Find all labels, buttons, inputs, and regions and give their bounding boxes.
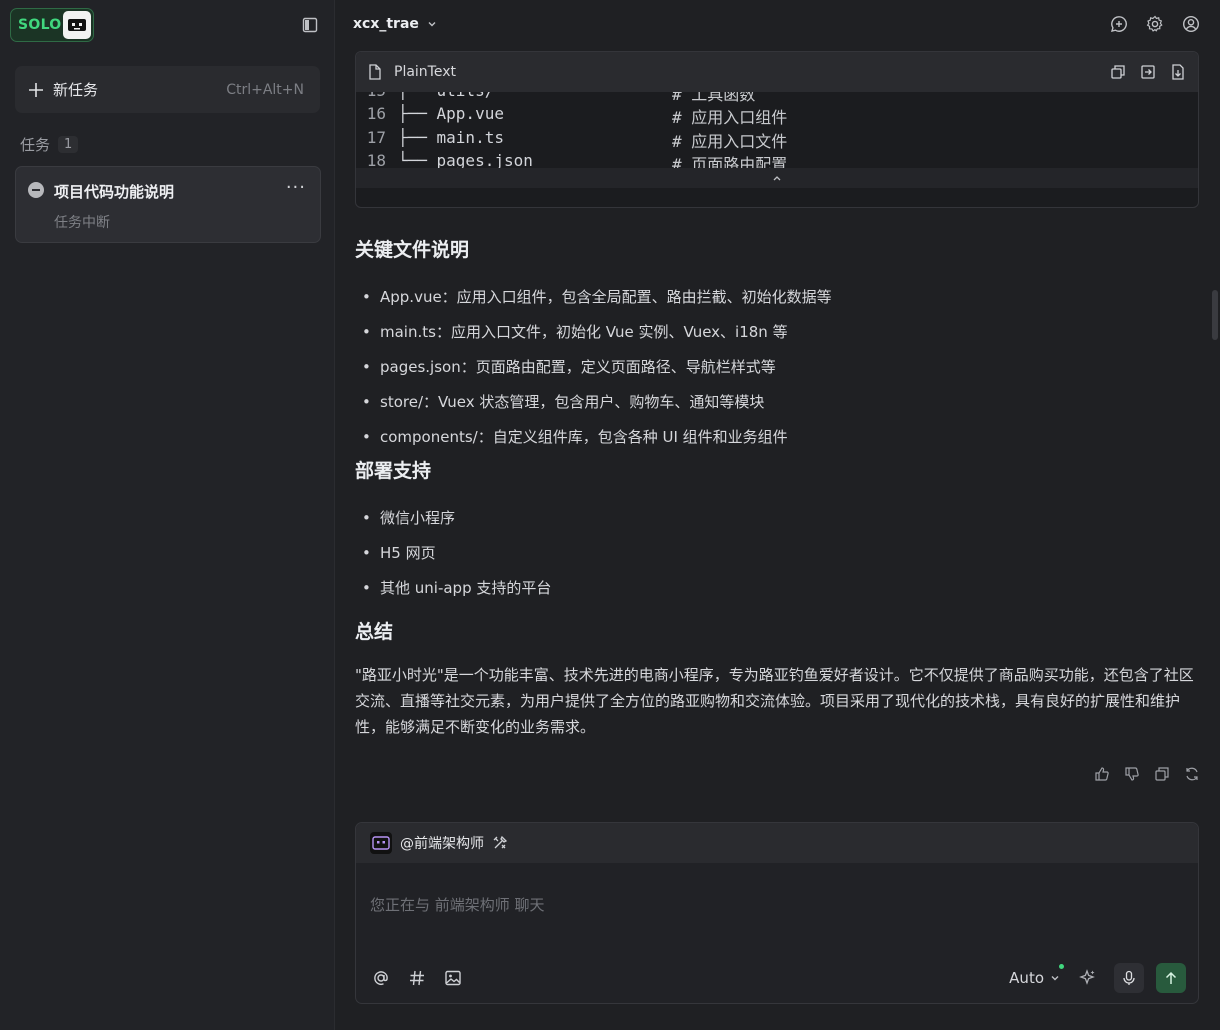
- regenerate-icon[interactable]: [1184, 766, 1200, 782]
- line-comment: # 应用入口组件: [672, 108, 788, 127]
- code-line: 17 ├── main.ts # 应用入口文件: [356, 128, 788, 151]
- line-code: ├── main.ts: [398, 128, 504, 147]
- model-name: Auto: [1009, 969, 1044, 987]
- sidebar-toggle-icon[interactable]: [302, 17, 318, 33]
- code-language: PlainText: [394, 64, 456, 80]
- mention-icon[interactable]: [372, 969, 390, 987]
- apply-file-icon[interactable]: [1170, 64, 1186, 80]
- line-code: ├── utils/: [398, 92, 672, 104]
- tasks-heading: 任务 1: [20, 134, 79, 155]
- code-line: 15 ├── utils/ # 工具函数: [356, 92, 756, 104]
- new-task-label: 新任务: [53, 81, 99, 99]
- sidebar: SOLO 新任务 Ctrl+Alt+N 任务 1 项目代码功能说明 ··· 任务…: [0, 0, 335, 1030]
- chat-tools: [372, 969, 462, 987]
- status-dot: [1059, 964, 1064, 969]
- topbar: xcx_trae: [335, 0, 1220, 50]
- image-icon[interactable]: [444, 969, 462, 987]
- code-collapse-button[interactable]: [356, 168, 1198, 188]
- response-content: 关键文件说明 App.vue：应用入口组件，包含全局配置、路由拦截、初始化数据等…: [355, 230, 1205, 740]
- task-item[interactable]: 项目代码功能说明 ··· 任务中断: [15, 166, 321, 243]
- solo-badge-text: SOLO: [18, 17, 62, 33]
- line-number: 17: [366, 128, 386, 147]
- task-status: 任务中断: [54, 215, 110, 231]
- section-title-key-files: 关键文件说明: [355, 239, 470, 261]
- summary-paragraph: "路亚小时光"是一个功能丰富、技术先进的电商小程序，专为路亚钓鱼爱好者设计。它不…: [355, 666, 1194, 736]
- list-item: H5 网页: [355, 536, 1205, 571]
- list-item: App.vue：应用入口组件，包含全局配置、路由拦截、初始化数据等: [355, 280, 1205, 315]
- interrupted-status-icon: [28, 182, 44, 198]
- more-options-icon[interactable]: ···: [286, 177, 306, 198]
- new-task-button[interactable]: 新任务 Ctrl+Alt+N: [15, 66, 320, 113]
- plus-icon: [29, 82, 43, 97]
- robot-icon: [63, 11, 91, 39]
- chevron-up-icon: [773, 176, 781, 181]
- task-name: 项目代码功能说明: [54, 183, 175, 201]
- agent-name[interactable]: @前端架构师: [400, 833, 484, 853]
- message-actions: [1094, 766, 1200, 782]
- project-name: xcx_trae: [353, 16, 419, 32]
- code-block: PlainText 15 ├── utils/ # 工具函数 16 ├── Ap…: [355, 51, 1199, 208]
- agent-bar: @前端架构师: [356, 823, 1198, 863]
- list-item: 微信小程序: [355, 501, 1205, 536]
- chat-input[interactable]: [370, 875, 1180, 935]
- thumbs-up-icon[interactable]: [1094, 766, 1110, 782]
- code-actions: [1110, 64, 1186, 80]
- microphone-icon: [1123, 970, 1135, 985]
- microphone-button[interactable]: [1114, 963, 1144, 993]
- key-files-list: App.vue：应用入口组件，包含全局配置、路由拦截、初始化数据等 main.t…: [355, 280, 1205, 455]
- topbar-actions: [1110, 15, 1200, 33]
- list-item: 其他 uni-app 支持的平台: [355, 571, 1205, 606]
- code-body: 15 ├── utils/ # 工具函数 16 ├── App.vue # 应用…: [356, 92, 1198, 188]
- line-code: ├── App.vue: [398, 104, 504, 123]
- hash-icon[interactable]: [408, 969, 426, 987]
- solo-badge[interactable]: SOLO: [10, 8, 94, 42]
- list-item: store/：Vuex 状态管理，包含用户、购物车、通知等模块: [355, 385, 1205, 420]
- file-icon: [369, 64, 381, 80]
- section-title-summary: 总结: [355, 621, 394, 643]
- chevron-down-icon: [1051, 976, 1059, 981]
- deploy-list: 微信小程序 H5 网页 其他 uni-app 支持的平台: [355, 501, 1205, 606]
- account-icon[interactable]: [1182, 15, 1200, 33]
- line-number: 16: [366, 104, 386, 123]
- list-item: main.ts：应用入口文件，初始化 Vue 实例、Vuex、i18n 等: [355, 315, 1205, 350]
- line-comment: # 工具函数: [672, 92, 756, 104]
- agent-avatar-icon: [370, 832, 392, 854]
- code-header: PlainText: [356, 52, 1198, 92]
- scrollbar-thumb[interactable]: [1212, 290, 1218, 340]
- main-panel: xcx_trae PlainText # 工具函数 16 ├── App.vue…: [335, 0, 1220, 1030]
- settings-icon[interactable]: [1146, 15, 1164, 33]
- model-selector[interactable]: Auto: [1009, 964, 1064, 987]
- list-item: components/：自定义组件库，包含各种 UI 组件和业务组件: [355, 420, 1205, 455]
- send-button[interactable]: [1156, 963, 1186, 993]
- chat-box: @前端架构师 Auto: [355, 822, 1199, 1004]
- project-selector[interactable]: xcx_trae: [353, 16, 437, 32]
- copy-icon[interactable]: [1154, 766, 1170, 782]
- tasks-heading-title: 任务: [20, 136, 51, 154]
- chat-submit-tools: Auto: [1009, 963, 1186, 993]
- section-title-deploy: 部署支持: [355, 460, 432, 482]
- thumbs-down-icon[interactable]: [1124, 766, 1140, 782]
- new-task-shortcut: Ctrl+Alt+N: [226, 81, 304, 98]
- list-item: pages.json：页面路由配置，定义页面路径、导航栏样式等: [355, 350, 1205, 385]
- line-comment: # 应用入口文件: [672, 132, 788, 151]
- line-number: 15: [356, 92, 398, 104]
- tools-icon[interactable]: [492, 835, 508, 851]
- new-chat-icon[interactable]: [1110, 15, 1128, 33]
- sparkle-icon[interactable]: [1072, 963, 1102, 993]
- chevron-down-icon: [428, 22, 436, 27]
- tasks-count-badge: 1: [58, 136, 79, 153]
- app-root: SOLO 新任务 Ctrl+Alt+N 任务 1 项目代码功能说明 ··· 任务…: [0, 0, 1220, 1030]
- arrow-up-icon: [1165, 971, 1177, 984]
- insert-icon[interactable]: [1140, 64, 1156, 80]
- code-line: 16 ├── App.vue # 应用入口组件: [356, 104, 788, 127]
- copy-icon[interactable]: [1110, 64, 1126, 80]
